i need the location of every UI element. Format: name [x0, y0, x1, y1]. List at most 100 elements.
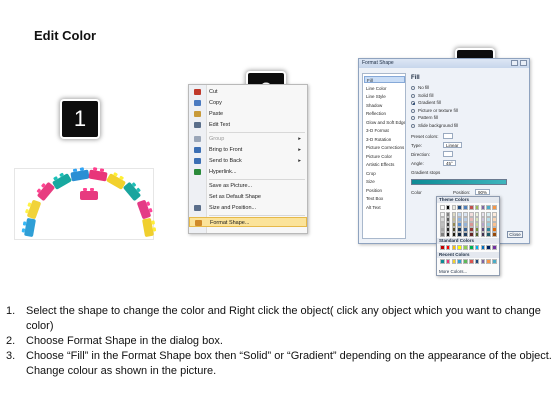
- standard-color-swatch[interactable]: [440, 245, 445, 250]
- theme-shade-swatch[interactable]: [480, 232, 486, 237]
- theme-shade-swatch[interactable]: [469, 227, 474, 232]
- property-value[interactable]: 45°: [443, 160, 456, 166]
- gradient-property[interactable]: Angle: 45°: [411, 160, 523, 167]
- recent-color-swatch[interactable]: [492, 259, 497, 264]
- theme-shade-swatch[interactable]: [445, 232, 451, 237]
- theme-shade-swatch[interactable]: [445, 227, 451, 232]
- dialog-nav-item[interactable]: Picture Color: [364, 153, 405, 160]
- theme-shade-swatch[interactable]: [451, 217, 457, 222]
- dialog-nav-item[interactable]: Fill: [364, 76, 405, 83]
- close-icon[interactable]: [520, 60, 527, 66]
- context-menu-item[interactable]: Send to Back ▸: [189, 156, 307, 166]
- dialog-nav-item[interactable]: Alt Text: [364, 204, 405, 211]
- theme-shade-swatch[interactable]: [486, 222, 491, 227]
- theme-shade-swatch[interactable]: [469, 217, 474, 222]
- theme-shade-swatch[interactable]: [463, 217, 468, 222]
- theme-shade-swatch[interactable]: [463, 227, 468, 232]
- context-menu-item[interactable]: Set as Default Shape: [189, 192, 307, 202]
- theme-shade-swatch[interactable]: [440, 227, 445, 232]
- fill-option-radio[interactable]: Solid fill: [411, 93, 521, 99]
- theme-shade-swatch[interactable]: [457, 212, 462, 217]
- theme-shade-swatch[interactable]: [451, 227, 457, 232]
- fill-option-radio[interactable]: Gradient fill: [411, 100, 521, 106]
- theme-shade-swatch[interactable]: [486, 227, 491, 232]
- help-button[interactable]: [511, 60, 518, 66]
- recent-color-swatch[interactable]: [440, 259, 445, 264]
- standard-color-swatch[interactable]: [445, 245, 451, 250]
- theme-shade-swatch[interactable]: [492, 227, 497, 232]
- position-value[interactable]: 90%: [475, 189, 491, 195]
- context-menu-item[interactable]: Copy: [189, 98, 307, 108]
- theme-shade-swatch[interactable]: [480, 227, 486, 232]
- theme-color-swatch[interactable]: [486, 205, 491, 210]
- theme-color-swatch[interactable]: [480, 205, 486, 210]
- theme-shade-swatch[interactable]: [486, 232, 491, 237]
- gradient-property[interactable]: Type: Linear: [411, 142, 523, 149]
- context-menu-item[interactable]: Bring to Front ▸: [189, 145, 307, 155]
- dialog-nav-item[interactable]: 3-D Rotation: [364, 136, 405, 143]
- recent-color-swatch[interactable]: [451, 259, 457, 264]
- context-menu-item[interactable]: Hyperlink...: [189, 167, 307, 177]
- dialog-nav-item[interactable]: Line Color: [364, 85, 405, 92]
- theme-shade-swatch[interactable]: [480, 217, 486, 222]
- theme-shade-swatch[interactable]: [474, 212, 480, 217]
- standard-color-swatch[interactable]: [469, 245, 474, 250]
- standard-color-swatch[interactable]: [492, 245, 497, 250]
- theme-shade-swatch[interactable]: [451, 222, 457, 227]
- theme-shade-swatch[interactable]: [486, 212, 491, 217]
- standard-color-swatch[interactable]: [480, 245, 486, 250]
- theme-shade-swatch[interactable]: [492, 212, 497, 217]
- theme-color-swatch[interactable]: [457, 205, 462, 210]
- fill-option-radio[interactable]: Picture or texture fill: [411, 108, 521, 114]
- fill-option-radio[interactable]: No fill: [411, 85, 521, 91]
- theme-shade-swatch[interactable]: [440, 232, 445, 237]
- gradient-property[interactable]: Direction:: [411, 151, 523, 158]
- block-arc-shape[interactable]: [14, 168, 154, 240]
- recent-color-swatch[interactable]: [480, 259, 486, 264]
- context-menu-item[interactable]: Save as Picture...: [189, 181, 307, 191]
- close-button[interactable]: Close: [507, 231, 523, 238]
- theme-shade-swatch[interactable]: [457, 232, 462, 237]
- theme-color-swatch[interactable]: [445, 205, 451, 210]
- context-menu-item[interactable]: Size and Position...: [189, 203, 307, 213]
- theme-shade-swatch[interactable]: [445, 222, 451, 227]
- theme-shade-swatch[interactable]: [474, 227, 480, 232]
- recent-color-swatch[interactable]: [457, 259, 462, 264]
- more-colors-link[interactable]: More Colors...: [439, 269, 467, 275]
- theme-shade-swatch[interactable]: [463, 212, 468, 217]
- dialog-nav-item[interactable]: Picture Corrections: [364, 144, 405, 151]
- theme-color-swatch[interactable]: [492, 205, 497, 210]
- theme-shade-swatch[interactable]: [445, 212, 451, 217]
- theme-shade-swatch[interactable]: [463, 232, 468, 237]
- context-menu-item[interactable]: Format Shape...: [189, 217, 307, 227]
- theme-shade-swatch[interactable]: [480, 222, 486, 227]
- theme-shade-swatch[interactable]: [474, 217, 480, 222]
- theme-shade-swatch[interactable]: [480, 212, 486, 217]
- fill-option-radio[interactable]: Pattern fill: [411, 115, 521, 121]
- fill-option-radio[interactable]: Slide background fill: [411, 123, 521, 129]
- dialog-nav-item[interactable]: Artistic Effects: [364, 161, 405, 168]
- property-value[interactable]: [443, 151, 453, 157]
- theme-shade-swatch[interactable]: [474, 222, 480, 227]
- standard-color-swatch[interactable]: [463, 245, 468, 250]
- theme-shade-swatch[interactable]: [469, 222, 474, 227]
- context-menu-item[interactable]: Paste: [189, 109, 307, 119]
- dialog-nav-item[interactable]: Shadow: [364, 102, 405, 109]
- context-menu-item[interactable]: Cut: [189, 87, 307, 97]
- theme-color-swatch[interactable]: [469, 205, 474, 210]
- gradient-property[interactable]: Gradient stops: [411, 169, 523, 176]
- recent-color-swatch[interactable]: [474, 259, 480, 264]
- gradient-stops-bar[interactable]: [411, 179, 507, 185]
- recent-color-swatch[interactable]: [486, 259, 491, 264]
- standard-color-swatch[interactable]: [474, 245, 480, 250]
- theme-shade-swatch[interactable]: [492, 217, 497, 222]
- theme-shade-swatch[interactable]: [440, 217, 445, 222]
- theme-color-swatch[interactable]: [440, 205, 445, 210]
- theme-shade-swatch[interactable]: [469, 232, 474, 237]
- theme-shade-swatch[interactable]: [469, 212, 474, 217]
- theme-shade-swatch[interactable]: [492, 222, 497, 227]
- property-value[interactable]: [443, 133, 453, 139]
- dialog-nav-item[interactable]: Text Box: [364, 195, 405, 202]
- recent-color-swatch[interactable]: [463, 259, 468, 264]
- dialog-nav-item[interactable]: 3-D Format: [364, 127, 405, 134]
